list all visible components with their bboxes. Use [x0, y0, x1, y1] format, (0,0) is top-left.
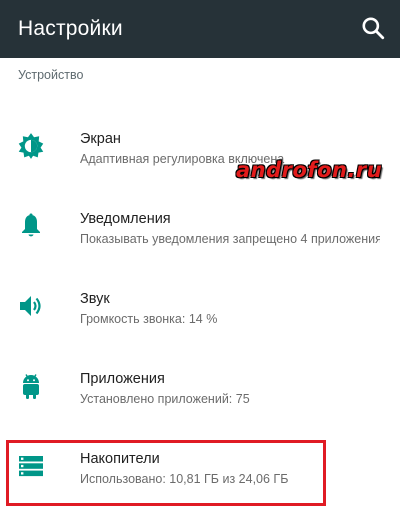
settings-item-label: Звук [80, 291, 110, 307]
settings-item-label: Приложения [80, 371, 165, 387]
section-header: Устройство [18, 68, 84, 82]
search-icon[interactable] [360, 15, 386, 41]
brightness-icon [16, 131, 46, 161]
settings-item-summary: Установлено приложений: 75 [80, 392, 250, 406]
settings-item-apps[interactable]: Приложения Установлено приложений: 75 [0, 346, 400, 426]
settings-item-label: Экран [80, 131, 121, 147]
android-icon [16, 371, 46, 401]
settings-item-label: Уведомления [80, 211, 171, 227]
highlight-frame [6, 440, 326, 506]
bell-icon [16, 211, 46, 241]
page-title: Настройки [18, 17, 123, 40]
settings-item-notifications[interactable]: Уведомления Показывать уведомления запре… [0, 186, 400, 266]
app-bar: Настройки [0, 0, 400, 58]
settings-item-sound[interactable]: Звук Громкость звонка: 14 % [0, 266, 400, 346]
settings-item-summary: Показывать уведомления запрещено 4 прило… [80, 232, 380, 246]
watermark: androfon.ru [236, 158, 383, 182]
settings-item-summary: Громкость звонка: 14 % [80, 312, 218, 326]
volume-icon [16, 291, 46, 321]
